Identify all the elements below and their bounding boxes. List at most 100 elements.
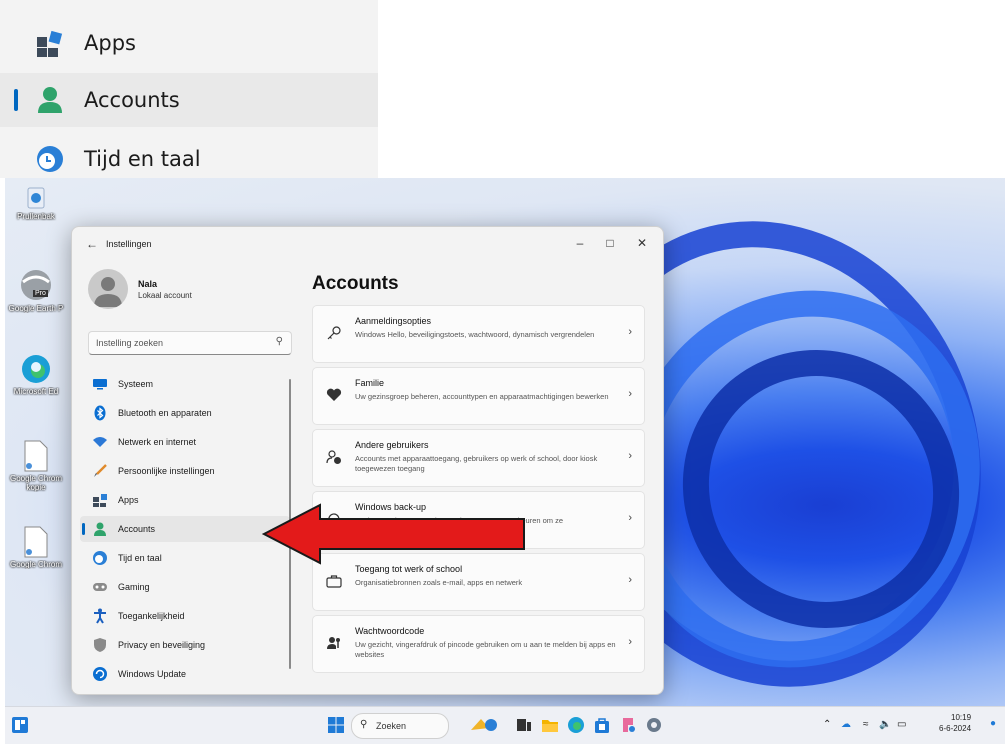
search-placeholder: Instelling zoeken bbox=[96, 338, 164, 348]
settings-gear-icon[interactable] bbox=[645, 716, 663, 734]
card-andere-gebruikers[interactable]: Andere gebruikers Accounts met apparaatt… bbox=[312, 429, 645, 487]
chevron-right-icon: › bbox=[628, 388, 632, 400]
desktop-icon-label: Prullenbak bbox=[17, 212, 55, 221]
zoomed-sidebar-panel: Apps Accounts Tijd en taal bbox=[0, 0, 378, 178]
edge-icon bbox=[20, 353, 52, 385]
sidebar-item-windows-update[interactable]: Windows Update bbox=[80, 661, 290, 687]
chevron-right-icon: › bbox=[628, 574, 632, 586]
card-aanmeldingsopties[interactable]: Aanmeldingsopties Windows Hello, beveili… bbox=[312, 305, 645, 363]
maximize-icon[interactable]: □ bbox=[598, 233, 622, 253]
card-description: Uw gezinsgroep beheren, accounttypen en … bbox=[355, 392, 609, 401]
copilot-icon[interactable] bbox=[469, 716, 499, 734]
search-icon: ⚲ bbox=[275, 336, 283, 347]
card-familie[interactable]: Familie Uw gezinsgroep beheren, accountt… bbox=[312, 367, 645, 425]
chevron-up-icon[interactable]: ⌃ bbox=[823, 719, 831, 730]
sidebar-item-toegankelijkheid[interactable]: Toegankelijkheid bbox=[80, 603, 290, 629]
zoom-label-apps: Apps bbox=[84, 31, 136, 55]
widgets-icon[interactable] bbox=[11, 716, 29, 734]
sidebar-item-persoonlijk[interactable]: Persoonlijke instellingen bbox=[80, 458, 290, 484]
card-title: Wachtwoordcode bbox=[355, 626, 425, 636]
close-icon[interactable]: ✕ bbox=[630, 233, 654, 253]
notification-bell-icon[interactable]: ● bbox=[990, 718, 996, 729]
card-description: Windows Hello, beveiligingstoets, wachtw… bbox=[355, 330, 595, 339]
chevron-right-icon: › bbox=[628, 636, 632, 648]
file-icon bbox=[23, 440, 49, 472]
avatar bbox=[88, 269, 128, 309]
chevron-right-icon: › bbox=[628, 450, 632, 462]
start-icon[interactable] bbox=[327, 716, 345, 734]
accessibility-icon bbox=[92, 608, 108, 624]
battery-icon[interactable]: ▭ bbox=[897, 719, 906, 730]
desktop-icon-chrome[interactable]: Google Chrom bbox=[5, 526, 67, 569]
desktop: Prullenbak Pro Google Earth P Microsoft … bbox=[5, 178, 1005, 706]
taskbar: ⚲ Zoeken ⌃ ☁ ≈ 🔈 ▭ 10:19 6-6-2024 ● bbox=[5, 706, 1005, 744]
speaker-icon[interactable]: 🔈 bbox=[879, 719, 891, 730]
apps-icon bbox=[33, 26, 67, 60]
sidebar-item-label: Netwerk en internet bbox=[118, 437, 197, 447]
recycle-bin-icon bbox=[23, 184, 49, 210]
card-description: Organisatiebronnen zoals e-mail, apps en… bbox=[355, 578, 523, 587]
sidebar-item-label: Bluetooth en apparaten bbox=[118, 408, 212, 418]
desktop-icon-google-earth[interactable]: Pro Google Earth P bbox=[5, 268, 67, 313]
wifi-icon[interactable]: ≈ bbox=[863, 719, 869, 730]
settings-search-input[interactable]: Instelling zoeken ⚲ bbox=[88, 331, 292, 355]
apps-icon bbox=[92, 492, 108, 508]
sidebar-item-netwerk[interactable]: Netwerk en internet bbox=[80, 429, 290, 455]
zoom-label-time-language: Tijd en taal bbox=[84, 147, 201, 171]
window-title: Instellingen bbox=[106, 239, 152, 249]
zoom-item-apps: Apps bbox=[0, 16, 378, 70]
passkey-icon bbox=[325, 634, 343, 652]
taskbar-search-input[interactable]: ⚲ Zoeken bbox=[351, 713, 449, 739]
sidebar-item-privacy[interactable]: Privacy en beveiliging bbox=[80, 632, 290, 658]
shield-icon bbox=[92, 637, 108, 653]
account-type: Lokaal account bbox=[138, 291, 192, 300]
chevron-right-icon: › bbox=[628, 326, 632, 338]
clock-globe-icon bbox=[33, 142, 67, 176]
wifi-icon bbox=[92, 434, 108, 450]
zoom-item-accounts: Accounts bbox=[0, 73, 378, 127]
sidebar-item-label: Systeem bbox=[118, 379, 154, 389]
card-title: Aanmeldingsopties bbox=[355, 316, 432, 326]
back-arrow-icon[interactable]: ← bbox=[86, 237, 98, 251]
briefcase-icon bbox=[325, 572, 343, 590]
zoom-label-accounts: Accounts bbox=[84, 88, 180, 112]
desktop-icon-label: Google Chrom kopie bbox=[9, 474, 63, 492]
heart-icon bbox=[325, 386, 343, 404]
sidebar-item-label: Gaming bbox=[118, 582, 150, 592]
settings-window: ← Instellingen – □ ✕ Nala Lokaal account… bbox=[71, 226, 664, 695]
store-icon[interactable] bbox=[593, 716, 611, 734]
sidebar-item-label: Persoonlijke instellingen bbox=[118, 466, 215, 476]
sidebar-item-tijd-en-taal[interactable]: Tijd en taal bbox=[80, 545, 290, 571]
card-wachtwoordcode[interactable]: Wachtwoordcode Uw gezicht, vingerafdruk … bbox=[312, 615, 645, 673]
sidebar-item-systeem[interactable]: Systeem bbox=[80, 371, 290, 397]
person-icon bbox=[33, 83, 67, 117]
minimize-icon[interactable]: – bbox=[568, 233, 592, 253]
brush-icon bbox=[92, 463, 108, 479]
sidebar-item-apps[interactable]: Apps bbox=[80, 487, 290, 513]
sidebar-item-accounts[interactable]: Accounts bbox=[80, 516, 290, 542]
sidebar-item-label: Privacy en beveiliging bbox=[118, 640, 206, 650]
card-title: Andere gebruikers bbox=[355, 440, 429, 450]
clock[interactable]: 10:19 6-6-2024 bbox=[939, 712, 971, 734]
task-view-icon[interactable] bbox=[515, 716, 533, 734]
file-explorer-icon[interactable] bbox=[541, 716, 559, 734]
desktop-icon-recycle-bin[interactable]: Prullenbak bbox=[5, 184, 67, 221]
clock-globe-icon bbox=[92, 550, 108, 566]
desktop-icon-chrome-copy[interactable]: Google Chrom kopie bbox=[5, 440, 67, 492]
onedrive-cloud-icon[interactable]: ☁ bbox=[841, 719, 851, 730]
edge-icon[interactable] bbox=[567, 716, 585, 734]
chevron-right-icon: › bbox=[628, 512, 632, 524]
sidebar-item-label: Apps bbox=[118, 495, 139, 505]
desktop-icon-edge[interactable]: Microsoft Ed bbox=[5, 353, 67, 396]
person-icon bbox=[92, 521, 108, 537]
red-arrow-annotation bbox=[261, 503, 528, 570]
sidebar-item-gaming[interactable]: Gaming bbox=[80, 574, 290, 600]
card-description: Accounts met apparaattoegang, gebruikers… bbox=[355, 454, 598, 473]
sidebar-item-bluetooth[interactable]: Bluetooth en apparaten bbox=[80, 400, 290, 426]
key-icon bbox=[325, 324, 343, 342]
pro-badge: Pro bbox=[33, 290, 48, 297]
desktop-icon-label: Google Earth P bbox=[8, 304, 64, 313]
update-icon bbox=[92, 666, 108, 682]
add-user-icon bbox=[325, 448, 343, 466]
app-icon[interactable] bbox=[619, 716, 637, 734]
